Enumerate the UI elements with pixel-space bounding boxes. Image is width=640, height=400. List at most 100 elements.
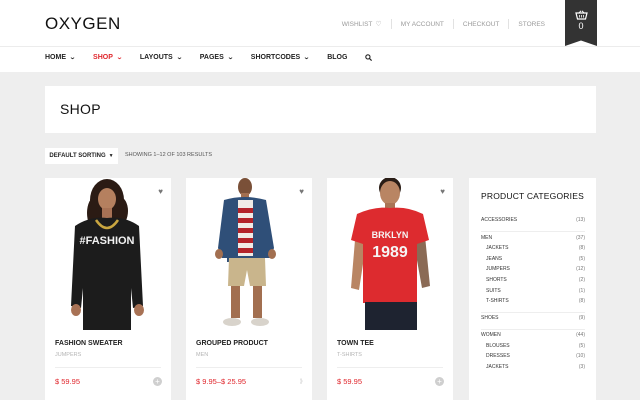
chevron-down-icon: ⌄	[69, 55, 76, 61]
product-categories-widget: PRODUCT CATEGORIES ACCESSORIES (13) MEN (3…	[469, 178, 596, 400]
category-item[interactable]: SHOES (9)	[481, 311, 585, 324]
nav-blog[interactable]: BLOG	[327, 54, 347, 61]
cart-count: 0	[578, 21, 584, 31]
basket-icon	[574, 10, 588, 20]
card-divider	[337, 367, 443, 368]
subcategory-item[interactable]: JACKETS (8)	[481, 243, 585, 254]
nav-home[interactable]: HOME ⌄	[45, 54, 76, 61]
stores-link[interactable]: STORES	[508, 19, 554, 29]
sort-dropdown[interactable]: DEFAULT SORTING ▼	[45, 148, 118, 164]
wishlist-link-label: WISHLIST	[341, 20, 373, 28]
category-label: DRESSES	[486, 353, 510, 360]
category-list: ACCESSORIES (13) MEN (37) JACKETS (8) JEANS…	[481, 214, 585, 372]
category-label: JACKETS	[486, 245, 509, 252]
product-name[interactable]: TOWN TEE	[337, 340, 374, 347]
subcategory-item[interactable]: BLOUSES (5)	[481, 341, 585, 352]
card-divider	[196, 367, 302, 368]
product-photo-tee: BRKLYN 1989	[351, 178, 430, 330]
category-count: (5)	[578, 342, 585, 349]
product-photo-sweater: #FASHION	[71, 179, 144, 330]
category-label: BLOUSES	[486, 342, 510, 349]
nav-layouts-label: LAYOUTS	[139, 54, 173, 61]
main-nav: HOME ⌄ SHOP ⌄ LAYOUTS ⌄ PAGES ⌄ SHORTCODES ⌄ …	[45, 54, 390, 61]
my-account-link[interactable]: MY ACCOUNT	[390, 19, 453, 29]
options-icon[interactable]: ⟫	[300, 378, 303, 385]
subcategory-item[interactable]: JACKETS (3)	[481, 362, 585, 373]
category-count: (5)	[578, 255, 585, 262]
tee-print-line1: BRKLYN	[372, 230, 409, 240]
subcategory-item[interactable]: DRESSES (10)	[481, 351, 585, 362]
category-count: (8)	[578, 245, 585, 252]
nav-shortcodes[interactable]: SHORTCODES ⌄	[250, 54, 310, 61]
subcategory-item[interactable]: T-SHIRTS (8)	[481, 296, 585, 307]
product-price: $ 59.95	[337, 377, 363, 386]
subcategory-item[interactable]: JEANS (5)	[481, 254, 585, 265]
category-count: (8)	[578, 298, 585, 305]
product-image[interactable]	[186, 178, 312, 330]
search-icon	[365, 54, 373, 61]
sweater-print-text: #FASHION	[79, 235, 134, 247]
heart-icon[interactable]: ♥	[440, 187, 445, 196]
site-logo[interactable]: OXYGEN	[45, 14, 121, 34]
product-image[interactable]: BRKLYN 1989	[327, 178, 453, 330]
add-to-cart-icon[interactable]: +	[435, 377, 444, 386]
product-card[interactable]: ♥ GROUPED PRODUCT MEN $ 9.95–$ 25.95 ⟫	[186, 178, 312, 400]
subcategory-item[interactable]: JUMPERS (12)	[481, 264, 585, 275]
heart-icon[interactable]: ♥	[158, 187, 163, 196]
category-count: (12)	[576, 266, 585, 273]
product-category[interactable]: JUMPERS	[55, 352, 81, 358]
card-divider	[55, 367, 161, 368]
chevron-down-icon: ⌄	[226, 55, 234, 61]
product-image[interactable]: #FASHION	[45, 178, 171, 330]
nav-shop[interactable]: SHOP ⌄	[93, 54, 123, 61]
category-count: (2)	[578, 277, 585, 284]
heart-icon[interactable]: ♥	[299, 187, 304, 196]
product-category[interactable]: MEN	[196, 352, 208, 358]
category-count: (44)	[576, 332, 585, 339]
heart-icon: ♡	[375, 21, 382, 28]
product-card[interactable]: BRKLYN 1989 ♥ TOWN TEE T-SHIRTS $ 59.95 …	[327, 178, 453, 400]
product-price: $ 9.95–$ 25.95	[196, 377, 247, 386]
product-name[interactable]: GROUPED PRODUCT	[196, 340, 268, 347]
results-count: SHOWING 1–12 OF 103 RESULTS	[125, 152, 213, 158]
product-name[interactable]: FASHION SWEATER	[55, 340, 123, 347]
category-count: (13)	[576, 217, 585, 223]
category-item[interactable]: ACCESSORIES (13)	[481, 214, 585, 226]
widget-title: PRODUCT CATEGORIES	[481, 191, 584, 201]
nav-pages-label: PAGES	[199, 54, 224, 61]
cart-button[interactable]: 0	[565, 0, 597, 46]
wishlist-link[interactable]: WISHLIST ♡	[333, 19, 391, 29]
category-count: (3)	[578, 364, 585, 371]
sort-dropdown-label: DEFAULT SORTING	[49, 153, 106, 159]
nav-blog-label: BLOG	[327, 54, 348, 61]
product-card[interactable]: #FASHION ♥ FASHION SWEATER JUMPERS $ 59.…	[45, 178, 171, 400]
category-label: JACKETS	[486, 364, 509, 371]
top-links: WISHLIST ♡ MY ACCOUNT CHECKOUT STORES	[333, 19, 554, 29]
add-to-cart-icon[interactable]: +	[153, 377, 162, 386]
subcategory-item[interactable]: SHORTS (2)	[481, 275, 585, 286]
page-title-box: SHOP	[45, 86, 596, 133]
category-label: SUITS	[486, 287, 501, 294]
category-count: (9)	[578, 315, 585, 322]
nav-search[interactable]	[365, 54, 373, 61]
chevron-down-icon: ⌄	[116, 55, 123, 61]
product-price: $ 59.95	[55, 377, 81, 386]
category-label: SHOES	[481, 315, 499, 322]
nav-pages[interactable]: PAGES ⌄	[199, 54, 234, 61]
category-item[interactable]: MEN (37)	[481, 231, 585, 243]
category-label: ACCESSORIES	[481, 217, 518, 223]
chevron-down-icon: ⌄	[175, 55, 183, 61]
nav-layouts[interactable]: LAYOUTS ⌄	[139, 54, 183, 61]
site-header: OXYGEN WISHLIST ♡ MY ACCOUNT CHECKOUT ST…	[0, 0, 640, 72]
subcategory-item[interactable]: SUITS (1)	[481, 285, 585, 296]
page-title: SHOP	[60, 101, 101, 117]
checkout-link[interactable]: CHECKOUT	[452, 19, 508, 29]
chevron-down-icon: ⌄	[303, 55, 310, 61]
product-category[interactable]: T-SHIRTS	[337, 352, 362, 358]
product-photo-grouped	[215, 178, 276, 326]
category-item[interactable]: WOMEN (44)	[481, 328, 585, 341]
category-count: (10)	[576, 353, 585, 360]
nav-home-label: HOME	[45, 54, 66, 61]
category-label: JEANS	[486, 255, 503, 262]
nav-shortcodes-label: SHORTCODES	[250, 54, 301, 61]
